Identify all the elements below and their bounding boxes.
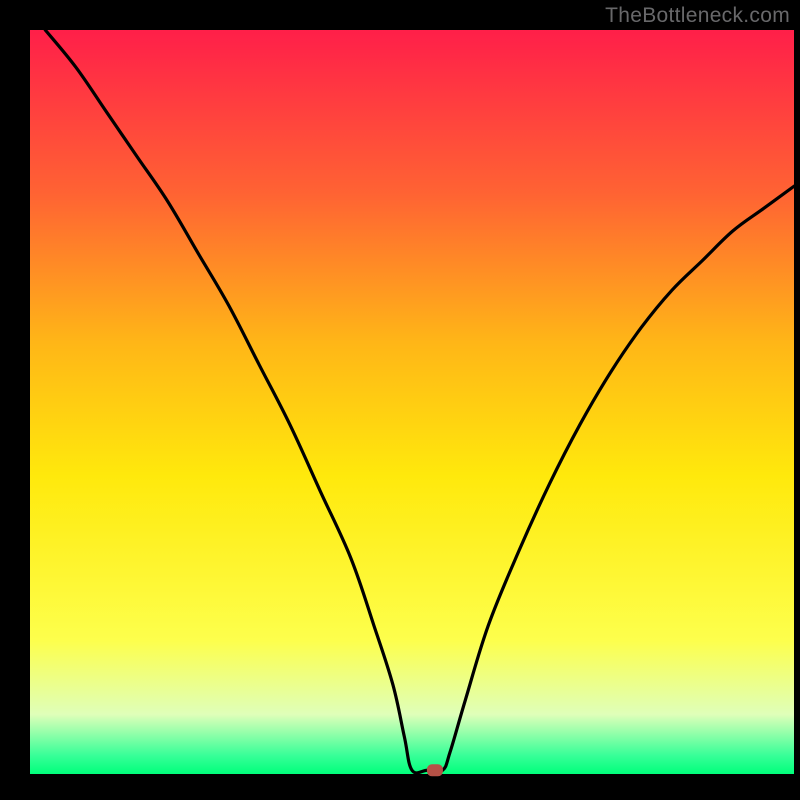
plot-background (30, 30, 794, 774)
watermark-text: TheBottleneck.com (605, 4, 790, 28)
optimum-marker (427, 764, 443, 776)
bottleneck-chart (0, 0, 800, 800)
chart-container: TheBottleneck.com (0, 0, 800, 800)
